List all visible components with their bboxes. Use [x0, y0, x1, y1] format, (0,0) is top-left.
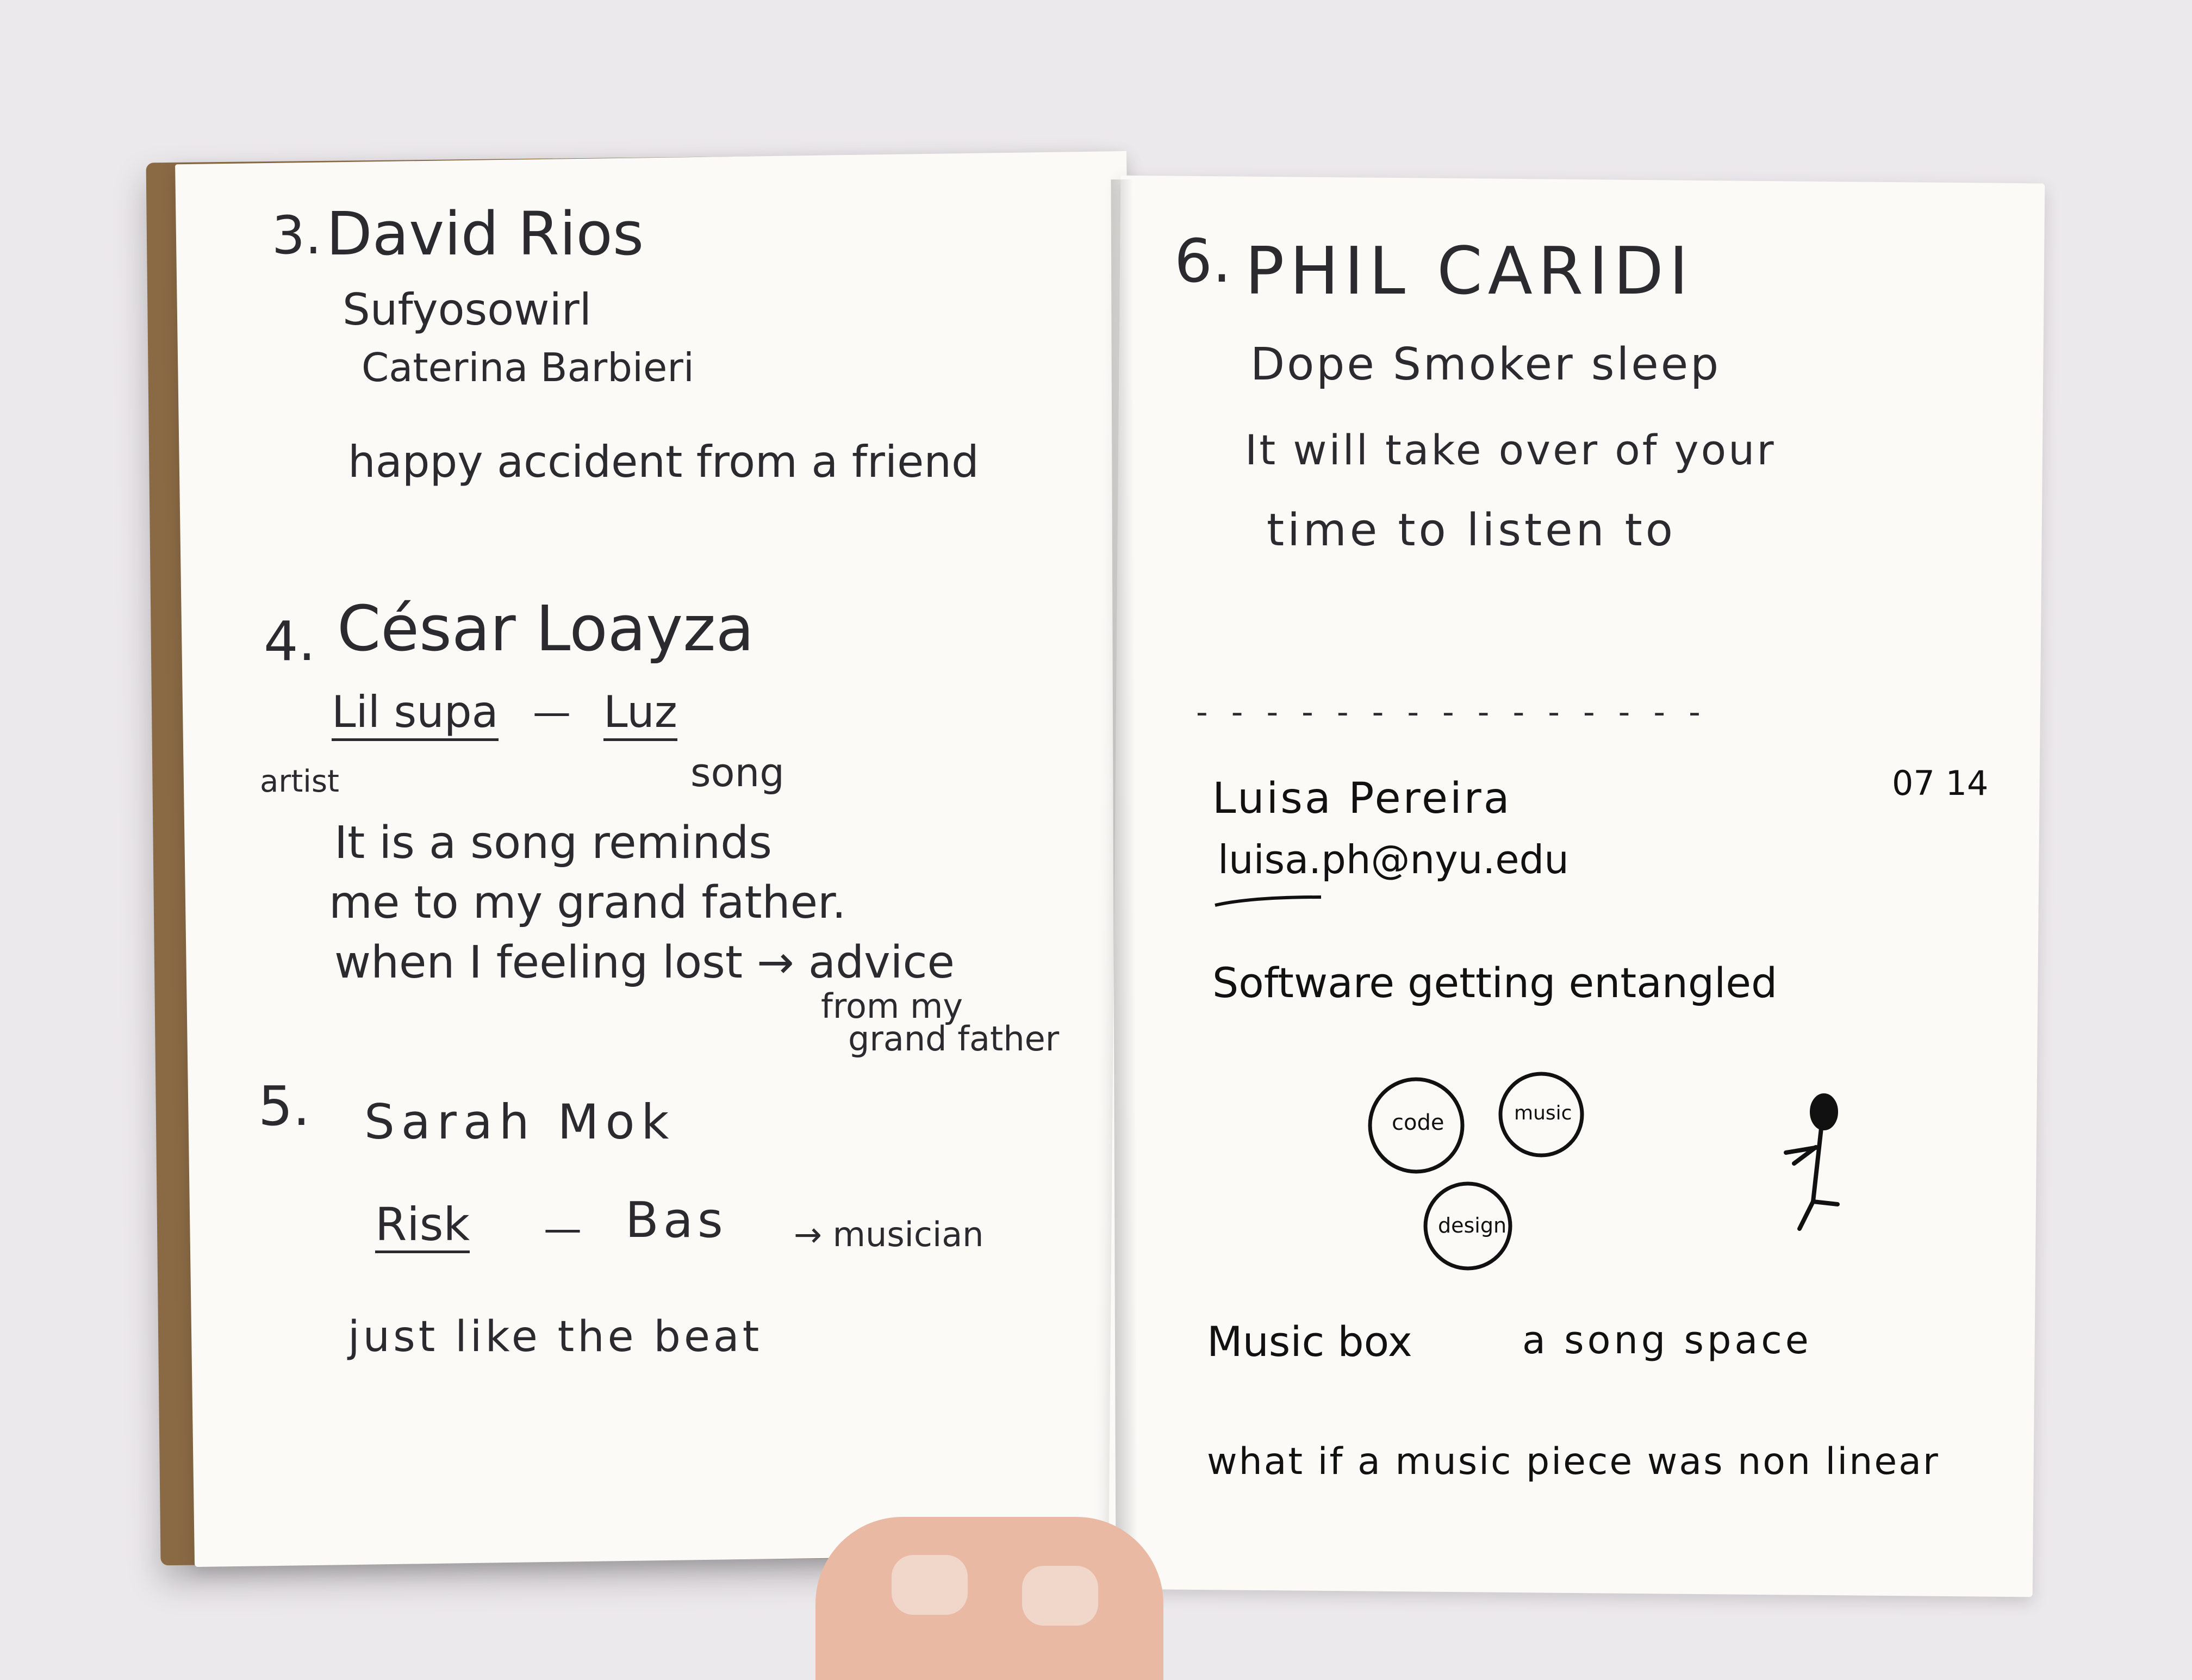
email-underline	[1215, 895, 1322, 907]
note-non-linear: what if a music piece was non linear	[1207, 1440, 1940, 1483]
circle-design-label: design	[1438, 1214, 1507, 1237]
photo-scene: 3. David Rios Sufyosowirl Caterina Barbi…	[0, 0, 2192, 1680]
note-song-space: a song space	[1522, 1318, 1812, 1362]
hand	[815, 1517, 1163, 1680]
fingernail	[892, 1555, 968, 1615]
fingernail	[1022, 1566, 1098, 1626]
circle-music-label: music	[1514, 1102, 1572, 1124]
note-music-box: Music box	[1207, 1317, 1412, 1366]
stick-figure-icon	[1784, 1093, 1840, 1231]
circle-code-label: code	[1392, 1110, 1444, 1135]
ideas-sketch	[1215, 895, 1840, 1271]
